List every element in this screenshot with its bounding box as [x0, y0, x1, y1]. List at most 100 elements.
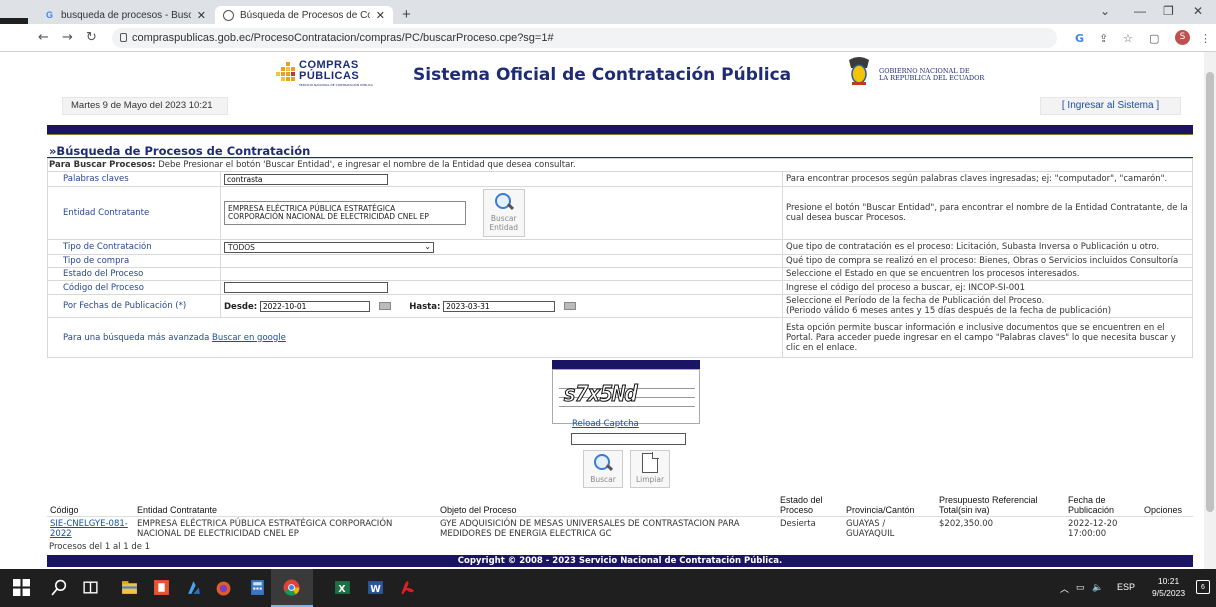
chrome-taskbar-active[interactable] — [271, 569, 313, 607]
network-icon[interactable]: ▭ — [1076, 582, 1085, 593]
logo-tagline: SERVICIO NACIONAL DE CONTRATACIÓN PÚBLIC… — [299, 83, 373, 87]
calendar-icon[interactable] — [563, 302, 576, 310]
blue-app-icon[interactable] — [185, 579, 202, 596]
col-header: Presupuesto Referencial Total(sin iva) — [936, 489, 1065, 517]
google-icon: G — [45, 9, 53, 20]
search-icon[interactable] — [51, 579, 68, 596]
tab-busqueda-procesos[interactable]: Búsqueda de Procesos de Contra ✕ — [215, 6, 393, 24]
language-indicator[interactable]: ESP — [1117, 582, 1135, 592]
notifications-icon[interactable]: 6 — [1196, 580, 1210, 594]
keywords-help: Para encontrar procesos según palabras c… — [782, 171, 1193, 187]
browser-tab-bar: G busqueda de procesos - Buscar c ✕ Búsq… — [0, 0, 1216, 24]
tab-title: Búsqueda de Procesos de Contra — [240, 9, 370, 21]
captcha-header-bar — [552, 360, 700, 369]
magnifier-icon — [593, 453, 613, 473]
site-title: Sistema Oficial de Contratación Pública — [413, 65, 792, 85]
svg-text:X: X — [338, 584, 346, 595]
word-icon[interactable]: W — [367, 579, 384, 596]
calculator-icon[interactable] — [249, 579, 266, 596]
entity-textarea[interactable]: EMPRESA ELÉCTRICA PÚBLICA ESTRATÉGICA CO… — [224, 201, 466, 225]
to-date-input[interactable] — [443, 300, 556, 312]
ecuador-coat-of-arms-icon — [849, 57, 869, 85]
reload-icon[interactable]: ↻ — [86, 30, 97, 45]
profile-avatar[interactable]: S — [1175, 30, 1190, 45]
section-title: »Búsqueda de Procesos de Contratación — [49, 144, 311, 158]
search-entity-button[interactable]: Buscar Entidad — [482, 189, 525, 237]
col-header: Provincia/Cantón — [843, 489, 936, 517]
new-tab-button[interactable]: + — [402, 6, 411, 23]
reload-captcha-link[interactable]: Reload Captcha — [572, 419, 639, 429]
calendar-icon[interactable] — [378, 302, 391, 310]
windows-start-icon[interactable] — [13, 579, 30, 596]
cell-date: 2022-12-20 17:00:00 — [1068, 518, 1118, 539]
purchase-type-label: Tipo de compra — [47, 254, 221, 268]
search-form: Para Buscar Procesos: Debe Presionar el … — [47, 158, 1193, 358]
pdf-reader-icon[interactable] — [399, 579, 416, 596]
results-count: Procesos del 1 al 1 de 1 — [49, 542, 151, 552]
tab-busqueda-google[interactable]: G busqueda de procesos - Buscar c ✕ — [36, 6, 214, 24]
globe-icon — [223, 9, 234, 21]
clear-button[interactable]: Limpiar — [630, 450, 670, 488]
close-window-button[interactable]: ✕ — [1193, 4, 1203, 18]
excel-icon[interactable]: X — [334, 579, 351, 596]
side-panel-icon[interactable]: ▢ — [1149, 32, 1159, 45]
cell-options[interactable] — [1141, 516, 1193, 541]
contract-type-help: Que tipo de contratación es el proceso: … — [782, 239, 1193, 255]
maximize-button[interactable]: ❐ — [1163, 4, 1174, 18]
process-code-link[interactable]: SIE-CNELGYE-081-2022 — [50, 519, 128, 539]
cell-object: GYE ADQUISICIÓN DE MESAS UNIVERSALES DE … — [440, 518, 740, 539]
close-tab-icon[interactable]: ✕ — [376, 9, 385, 22]
advanced-search-label: Para una búsqueda más avanzada — [63, 332, 210, 343]
bookmark-star-icon[interactable]: ☆ — [1123, 32, 1133, 45]
site-header: COMPRAS PÚBLICAS SERVICIO NACIONAL DE CO… — [47, 52, 1193, 124]
contract-type-select[interactable]: TODOS ⌄ — [224, 241, 434, 253]
google-lens-icon[interactable]: G — [1075, 32, 1084, 45]
process-code-help: Ingrese el código del proceso a buscar, … — [782, 280, 1193, 295]
page-scrollbar[interactable] — [1204, 52, 1216, 569]
close-tab-icon[interactable]: ✕ — [197, 9, 206, 22]
process-code-input[interactable] — [224, 282, 388, 293]
forward-arrow-icon[interactable]: → — [62, 30, 73, 45]
volume-icon[interactable]: 🔈 — [1092, 582, 1103, 593]
publication-dates-help: Seleccione el Período de la fecha de Pub… — [782, 294, 1193, 318]
url-field[interactable]: compraspublicas.gob.ec/ProcesoContrataci… — [112, 28, 1057, 48]
file-explorer-icon[interactable] — [121, 579, 138, 596]
firefox-icon[interactable] — [215, 579, 232, 596]
google-search-link[interactable]: Buscar en google — [212, 333, 286, 343]
cell-entity: EMPRESA ELÉCTRICA PÚBLICA ESTRATÉGICA CO… — [137, 518, 393, 539]
chevron-down-icon: ⌄ — [424, 241, 431, 251]
office-app-icon[interactable] — [153, 579, 170, 596]
captcha-box: s7x5Nd — [552, 360, 702, 424]
login-button[interactable]: [ Ingresar al Sistema ] — [1040, 97, 1181, 115]
compras-publicas-mark-icon — [276, 62, 295, 81]
from-date-input[interactable] — [259, 300, 370, 312]
scrollbar-thumb[interactable] — [1206, 72, 1214, 512]
process-code-label: Código del Proceso — [47, 280, 221, 295]
to-label: Hasta: — [409, 301, 441, 312]
share-icon[interactable]: ⇪ — [1099, 32, 1108, 45]
cell-budget: $202,350.00 — [939, 518, 994, 529]
menu-kebab-icon[interactable]: ⋮ — [1200, 32, 1211, 45]
captcha-image: s7x5Nd — [552, 369, 700, 424]
task-view-icon[interactable] — [82, 579, 99, 596]
address-bar-row: ← → ↻ compraspublicas.gob.ec/ProcesoCont… — [0, 24, 1216, 52]
results-table: Código Entidad Contratante Objeto del Pr… — [47, 489, 1193, 541]
process-state-label: Estado del Proceso — [47, 267, 221, 281]
tab-title: busqueda de procesos - Buscar c — [61, 9, 191, 21]
back-arrow-icon[interactable]: ← — [38, 30, 49, 45]
captcha-input[interactable] — [571, 433, 686, 445]
show-hidden-icons-icon[interactable]: ︿ — [1060, 582, 1069, 595]
col-header: Código — [47, 489, 134, 517]
tab-search-chevron-icon[interactable]: ⌄ — [1100, 4, 1110, 18]
captcha-text: s7x5Nd — [562, 382, 637, 408]
taskbar-clock[interactable]: 10:21 9/5/2023 — [1152, 575, 1185, 599]
col-header: Objeto del Proceso — [437, 489, 777, 517]
windows-taskbar: X W ︿ ▭ 🔈 ESP 10:21 9/5/2023 6 — [0, 569, 1216, 607]
keywords-input[interactable] — [224, 173, 388, 185]
minimize-button[interactable]: — — [1134, 4, 1146, 18]
purchase-type-help: Qué tipo de compra se realizó en el proc… — [782, 254, 1193, 268]
cell-province: GUAYAS / GUAYAQUIL — [846, 518, 895, 539]
compras-publicas-logo[interactable]: COMPRAS PÚBLICAS SERVICIO NACIONAL DE CO… — [274, 58, 373, 90]
search-button[interactable]: Buscar — [583, 450, 623, 488]
magnifier-icon — [494, 192, 514, 212]
